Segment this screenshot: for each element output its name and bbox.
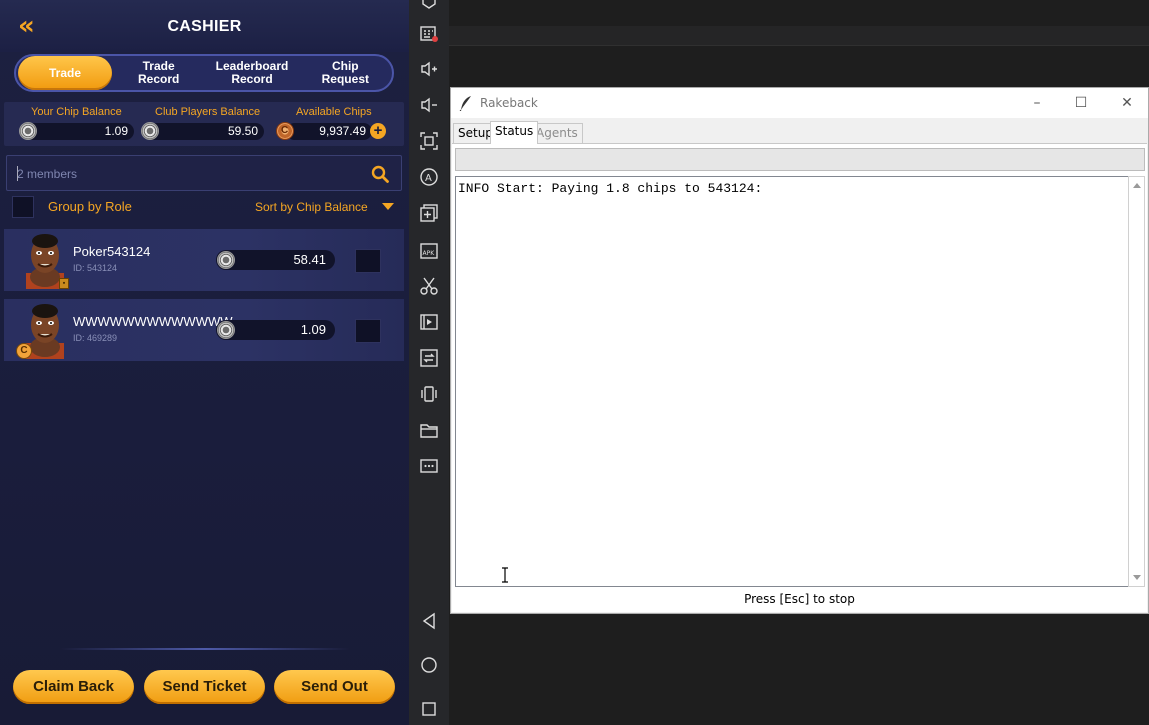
log-line: INFO Start: Paying 1.8 chips to 543124:	[458, 181, 763, 196]
search-icon[interactable]	[371, 165, 389, 183]
your-chip-balance-value: 1.09	[24, 123, 134, 140]
member-row[interactable]: C WWWWWWWWWWWWW ID: 469289 1.09	[4, 299, 404, 361]
more-icon[interactable]	[419, 456, 439, 476]
cashier-app: « CASHIER Trade Trade Record Leaderboard…	[0, 0, 409, 725]
chip-icon	[217, 251, 235, 269]
log-scrollbar[interactable]	[1128, 176, 1145, 587]
chip-icon	[141, 122, 159, 140]
text-cursor-icon	[502, 567, 508, 583]
editor-tab-strip	[449, 26, 1149, 46]
tab-label: Chip Request	[321, 59, 369, 86]
auto-rotate-icon[interactable]: A	[419, 167, 439, 187]
shake-icon[interactable]	[419, 384, 439, 404]
tab-chip-request[interactable]: Chip Request	[299, 56, 392, 90]
tab-agents[interactable]: Agents	[531, 123, 583, 143]
fullscreen-icon[interactable]	[419, 131, 439, 151]
home-nav-icon[interactable]	[419, 655, 439, 675]
tab-label: Trade Record	[137, 59, 180, 86]
cashier-header: « CASHIER	[0, 0, 409, 52]
member-select-checkbox[interactable]	[355, 319, 381, 343]
group-by-role-checkbox[interactable]	[12, 196, 34, 218]
divider	[60, 648, 350, 650]
emulator-toolbar: A APK	[409, 0, 449, 725]
sort-dropdown[interactable]: Sort by Chip Balance	[255, 200, 368, 214]
club-chip-icon	[276, 122, 294, 140]
maximize-icon[interactable]: ☐	[1058, 88, 1104, 118]
add-chips-icon[interactable]: +	[370, 123, 386, 139]
feather-icon	[459, 96, 471, 111]
back-nav-icon[interactable]	[419, 611, 439, 631]
your-chip-balance-label: Your Chip Balance	[31, 106, 122, 118]
member-select-checkbox[interactable]	[355, 249, 381, 273]
tab-leaderboard-record[interactable]: Leaderboard Record	[205, 56, 298, 90]
available-chips-label: Available Chips	[296, 106, 372, 118]
recents-nav-icon[interactable]	[419, 699, 439, 719]
media-icon[interactable]	[419, 312, 439, 332]
text-caret	[17, 166, 18, 181]
close-icon[interactable]: ✕	[1104, 88, 1149, 118]
minimize-icon[interactable]: –	[1014, 88, 1060, 118]
scroll-down-icon[interactable]	[1133, 575, 1141, 580]
member-name: Poker543124	[73, 244, 151, 259]
member-search	[6, 155, 402, 191]
filter-row: Group by Role Sort by Chip Balance	[0, 195, 409, 219]
volume-down-icon[interactable]	[419, 95, 439, 115]
club-badge-icon: C	[16, 343, 32, 359]
rakeback-window: Rakeback – ☐ ✕ Setup Status Agents INFO …	[450, 87, 1149, 614]
add-instance-icon[interactable]	[419, 203, 439, 223]
window-title: Rakeback	[480, 96, 538, 110]
window-titlebar[interactable]: Rakeback – ☐ ✕	[451, 88, 1148, 118]
status-message: Press [Esc] to stop	[744, 592, 855, 606]
sync-icon[interactable]	[419, 348, 439, 368]
progress-bar	[455, 148, 1145, 171]
member-name: WWWWWWWWWWWWW	[73, 314, 233, 329]
available-chips-value: 9,937.49	[286, 123, 372, 140]
group-by-role-label: Group by Role	[48, 199, 132, 214]
keymap-icon[interactable]	[419, 24, 439, 44]
scissors-icon[interactable]	[419, 276, 439, 296]
club-players-balance-value: 59.50	[144, 123, 264, 140]
tab-label: Leaderboard Record	[215, 59, 289, 86]
volume-up-icon[interactable]	[419, 59, 439, 79]
status-panel: INFO Start: Paying 1.8 chips to 543124: …	[452, 143, 1147, 612]
member-row[interactable]: ▪ Poker543124 ID: 543124 58.41	[4, 229, 404, 291]
claim-back-button[interactable]: Claim Back	[13, 670, 134, 704]
page-title: CASHIER	[167, 18, 242, 35]
apk-install-icon[interactable]: APK	[419, 240, 439, 260]
chip-icon	[217, 321, 235, 339]
svg-text:APK: APK	[423, 250, 436, 257]
folder-icon[interactable]	[419, 420, 439, 440]
caret-down-icon[interactable]	[382, 203, 394, 210]
search-input[interactable]	[17, 164, 357, 184]
send-out-button[interactable]: Send Out	[274, 670, 395, 704]
role-badge-icon: ▪	[59, 278, 69, 289]
club-players-balance-label: Club Players Balance	[155, 106, 261, 118]
tab-status[interactable]: Status	[490, 121, 539, 144]
scroll-up-icon[interactable]	[1133, 183, 1141, 188]
svg-text:A: A	[425, 173, 432, 184]
balance-bar: Your Chip Balance 1.09 Club Players Bala…	[4, 102, 404, 146]
log-textbox[interactable]: INFO Start: Paying 1.8 chips to 543124:	[455, 176, 1128, 587]
send-ticket-button[interactable]: Send Ticket	[144, 670, 265, 704]
member-id: ID: 543124	[73, 263, 118, 273]
member-id: ID: 469289	[73, 333, 118, 343]
chip-icon	[19, 122, 37, 140]
tab-trade[interactable]: Trade	[18, 56, 112, 90]
cashier-tabs: Trade Trade Record Leaderboard Record Ch…	[14, 54, 394, 92]
tab-trade-record[interactable]: Trade Record	[112, 56, 205, 90]
multi-instance-icon[interactable]	[419, 0, 439, 12]
